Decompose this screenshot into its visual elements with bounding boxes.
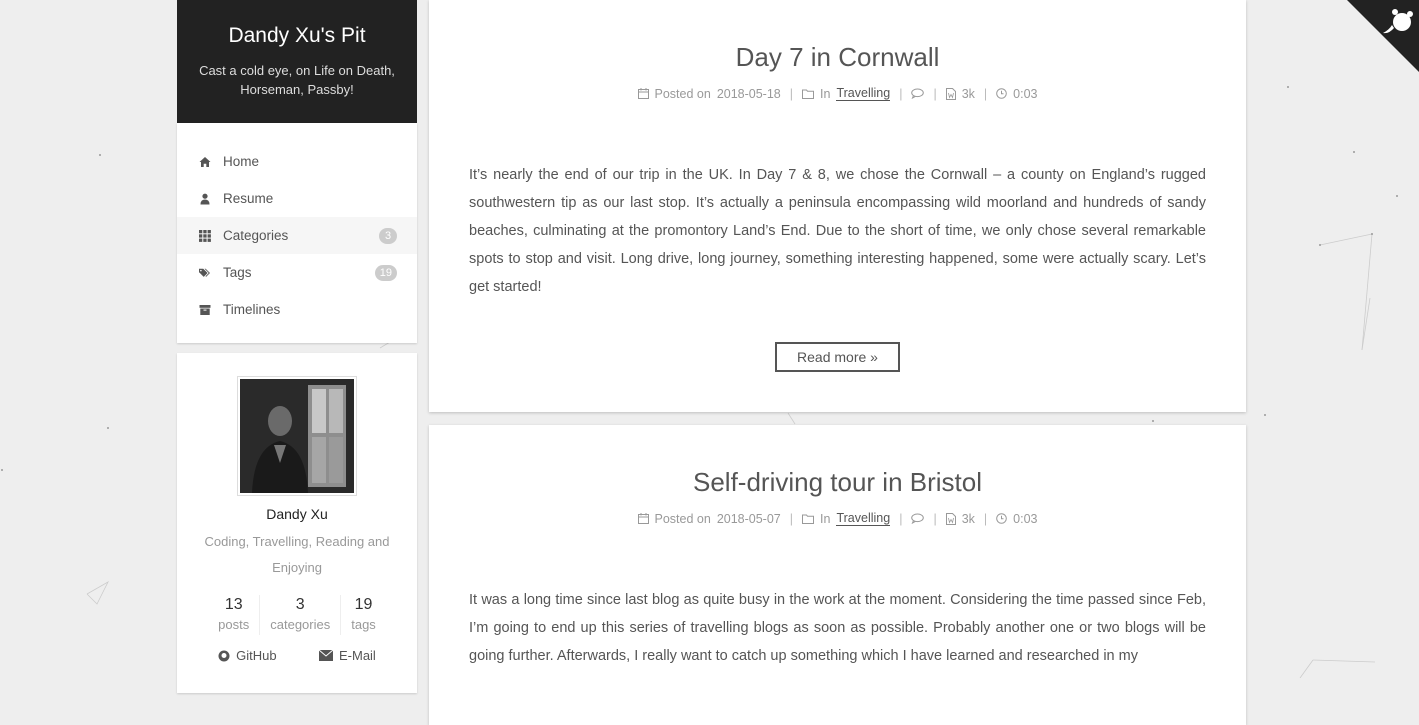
meta-divider: | [789,86,794,101]
menu-item-resume[interactable]: Resume [177,180,417,217]
post-excerpt: It’s nearly the end of our trip in the U… [469,167,1206,295]
file-word-icon [945,87,956,100]
word-count: 3k [961,86,975,101]
author-profile: Dandy Xu Coding, Travelling, Reading and… [177,353,417,693]
menu-item-label: Tags [223,265,252,280]
sidebar: Dandy Xu's Pit Cast a cold eye, on Life … [177,0,417,693]
menu-item-timelines[interactable]: Timelines [177,291,417,328]
read-more-wrapper: Read more » [429,342,1246,372]
post-title[interactable]: Day 7 in Cornwall [429,0,1246,73]
site-stats: 13 posts 3 categories 19 tags [177,595,417,635]
site-title[interactable]: Dandy Xu's Pit [177,22,417,50]
post-wordcount: 3k [945,86,975,101]
menu-item-categories[interactable]: Categories 3 [177,217,417,254]
in-label: In [820,511,831,526]
stat-label: categories [270,617,331,632]
post-wordcount: 3k [945,511,975,526]
stat-count: 19 [354,596,373,613]
post-date-value: 2018-05-18 [716,86,781,101]
github-link[interactable]: GitHub [218,648,277,663]
in-label: In [820,86,831,101]
read-time: 0:03 [1013,511,1038,526]
email-link[interactable]: E-Mail [318,648,376,663]
stat-posts[interactable]: 13 posts [208,595,259,635]
meta-divider: | [933,511,937,526]
meta-divider: | [899,511,903,526]
read-more-button[interactable]: Read more » [775,342,900,372]
file-word-icon [945,512,956,525]
site-brand: Dandy Xu's Pit Cast a cold eye, on Life … [177,0,417,123]
meta-divider: | [899,86,903,101]
tags-count-badge: 19 [374,265,397,281]
main-menu: Home Resume Categories 3 Tags 19 Timelin… [177,123,417,343]
stat-count: 3 [295,596,305,613]
menu-item-label: Timelines [223,302,281,317]
grid-icon [199,229,211,242]
calendar-icon [637,513,649,524]
meta-divider: | [983,86,988,101]
post-comments[interactable] [911,513,925,524]
word-count: 3k [961,511,975,526]
calendar-icon [637,88,649,99]
comment-icon [911,513,925,524]
github-icon [218,650,230,661]
post-category: In Travelling [802,511,891,526]
stat-count: 13 [224,596,243,613]
post-date: Posted on 2018-05-18 [637,86,781,101]
categories-count-badge: 3 [379,228,397,244]
post-date: Posted on 2018-05-07 [637,511,781,526]
read-time: 0:03 [1013,86,1038,101]
post-meta: Posted on 2018-05-07 | In Travelling | |… [429,511,1246,526]
clock-icon [996,88,1007,99]
envelope-icon [318,650,333,661]
post-card: Day 7 in Cornwall Posted on 2018-05-18 |… [429,0,1246,412]
email-link-label: E-Mail [338,648,376,663]
category-link[interactable]: Travelling [836,511,891,526]
social-links: GitHub E-Mail [177,648,417,663]
post-excerpt: It was a long time since last blog as qu… [469,592,1206,664]
category-link[interactable]: Travelling [836,86,891,101]
github-corner-icon[interactable] [1347,0,1419,72]
tags-icon [199,267,211,279]
meta-divider: | [933,86,937,101]
menu-item-label: Home [223,154,260,169]
posted-on-label: Posted on [654,511,711,526]
folder-icon [802,514,815,524]
stat-tags[interactable]: 19 tags [340,595,386,635]
github-link-label: GitHub [236,648,277,663]
user-icon [199,193,211,205]
posted-on-label: Posted on [654,86,711,101]
post-comments[interactable] [911,88,925,99]
stat-label: posts [218,617,250,632]
post-meta: Posted on 2018-05-18 | In Travelling | |… [429,86,1246,101]
author-name: Dandy Xu [266,506,328,522]
post-readtime: 0:03 [996,512,1037,526]
post-date-value: 2018-05-07 [716,511,781,526]
author-description: Coding, Travelling, Reading and Enjoying [204,534,390,575]
post-title[interactable]: Self-driving tour in Bristol [429,425,1246,498]
stat-categories[interactable]: 3 categories [259,595,340,635]
meta-divider: | [983,511,988,526]
menu-item-label: Resume [223,191,274,206]
clock-icon [996,513,1007,524]
site-subtitle: Cast a cold eye, on Life on Death, Horse… [199,63,395,97]
post-readtime: 0:03 [996,87,1037,101]
archive-icon [199,304,211,316]
post-card: Self-driving tour in Bristol Posted on 2… [429,425,1246,725]
stat-label: tags [351,617,376,632]
home-icon [199,156,211,168]
menu-item-home[interactable]: Home [177,143,417,180]
author-avatar [237,376,357,496]
folder-icon [802,89,815,99]
comment-icon [911,88,925,99]
menu-item-tags[interactable]: Tags 19 [177,254,417,291]
meta-divider: | [789,511,794,526]
post-category: In Travelling [802,86,891,101]
menu-item-label: Categories [223,228,289,243]
